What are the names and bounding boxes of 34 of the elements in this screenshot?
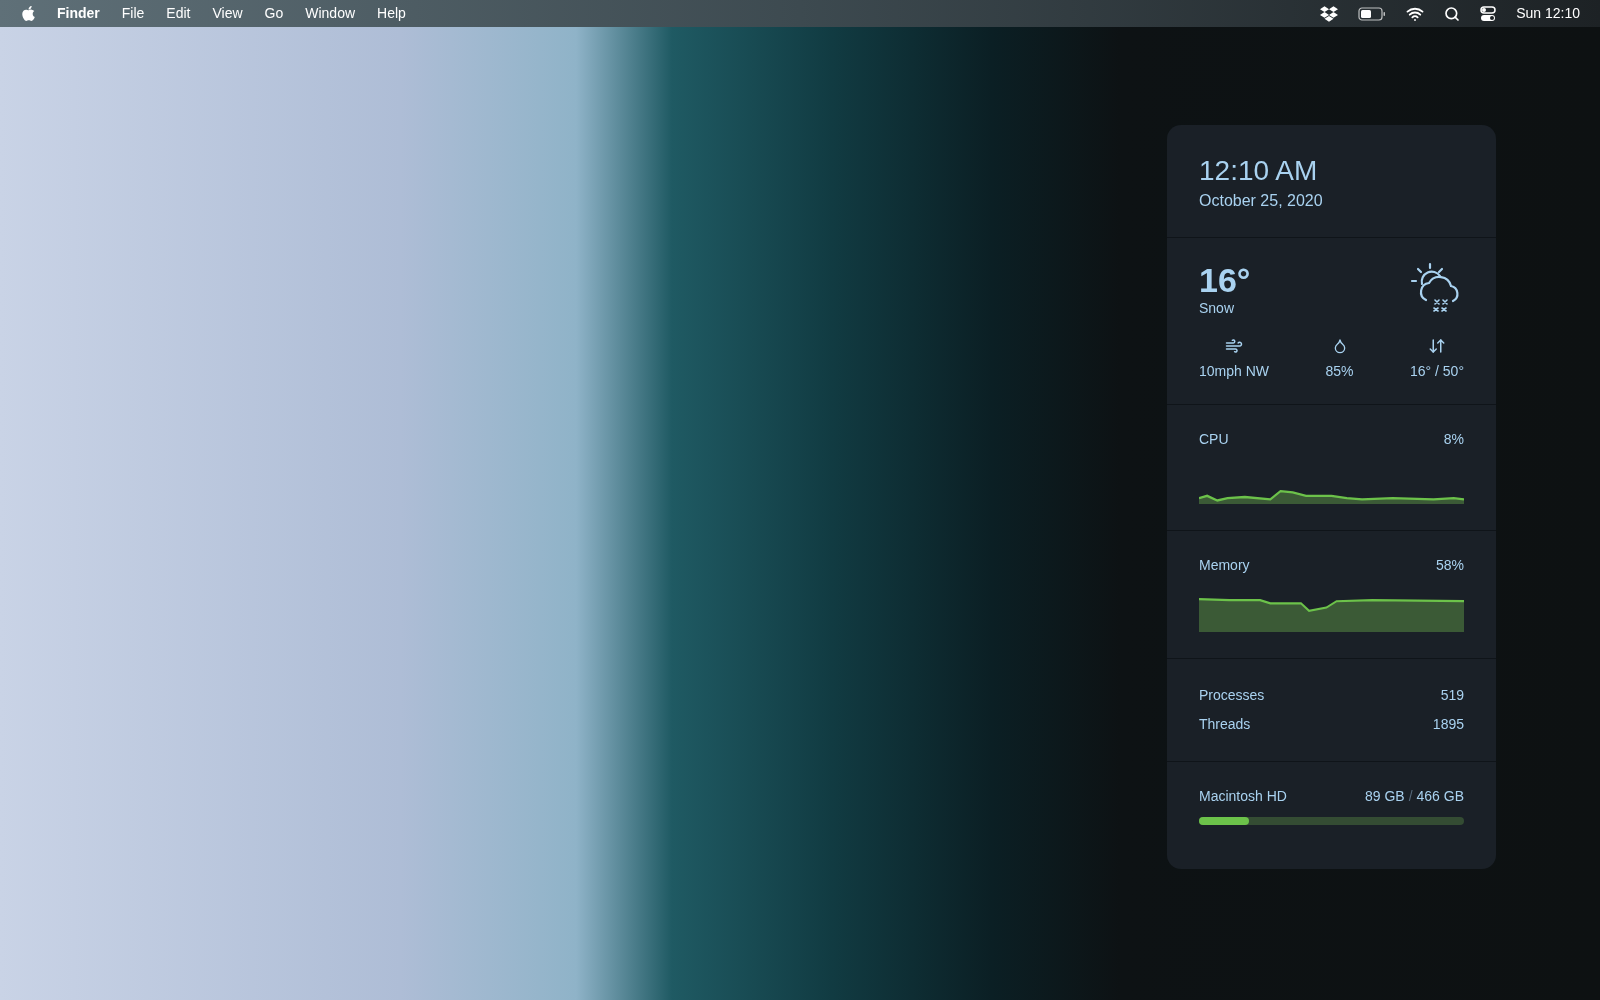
cpu-value: 8%: [1443, 430, 1464, 449]
disk-separator: /: [1408, 787, 1413, 806]
apple-logo-icon[interactable]: [20, 5, 37, 22]
memory-value: 58%: [1435, 556, 1464, 575]
time-text: 12:10 AM: [1199, 155, 1319, 187]
date-text: October 25, 2020: [1199, 191, 1324, 211]
disk-total: 466 GB: [1416, 787, 1464, 806]
wind-text: 10mph NW: [1199, 362, 1270, 381]
menu-item[interactable]: Finder: [57, 3, 100, 24]
stat-label: Processes: [1199, 686, 1265, 705]
cpu-label: CPU: [1199, 430, 1229, 449]
battery-icon[interactable]: [1358, 6, 1387, 21]
disk-name: Macintosh HD: [1199, 787, 1287, 806]
humidity-text: 85%: [1325, 362, 1354, 381]
low-high-arrows-icon: [1427, 337, 1446, 355]
menu-item[interactable]: Help: [377, 3, 406, 24]
condition-text: Snow: [1199, 299, 1236, 318]
menu-bar-clock[interactable]: Sun 12:10: [1516, 3, 1580, 24]
temperature-range-text: 16° / 50°: [1409, 362, 1464, 381]
temperature-text: 16°: [1199, 262, 1251, 298]
menu-item[interactable]: View: [212, 3, 243, 24]
stat-value: 1895: [1432, 715, 1464, 734]
menu-item[interactable]: Window: [305, 3, 356, 24]
stat-value: 519: [1440, 686, 1464, 705]
menu-item[interactable]: Go: [264, 3, 284, 24]
search-icon[interactable]: [1444, 5, 1461, 22]
disk-used: 89 GB: [1364, 787, 1405, 806]
wind-icon: [1223, 337, 1245, 355]
menu-item[interactable]: Edit: [166, 3, 191, 24]
dropbox-icon[interactable]: [1320, 4, 1339, 23]
stat-label: Threads: [1199, 715, 1251, 734]
control-center-icon[interactable]: [1480, 5, 1497, 22]
menu-item[interactable]: File: [121, 3, 145, 24]
memory-label: Memory: [1199, 556, 1250, 575]
